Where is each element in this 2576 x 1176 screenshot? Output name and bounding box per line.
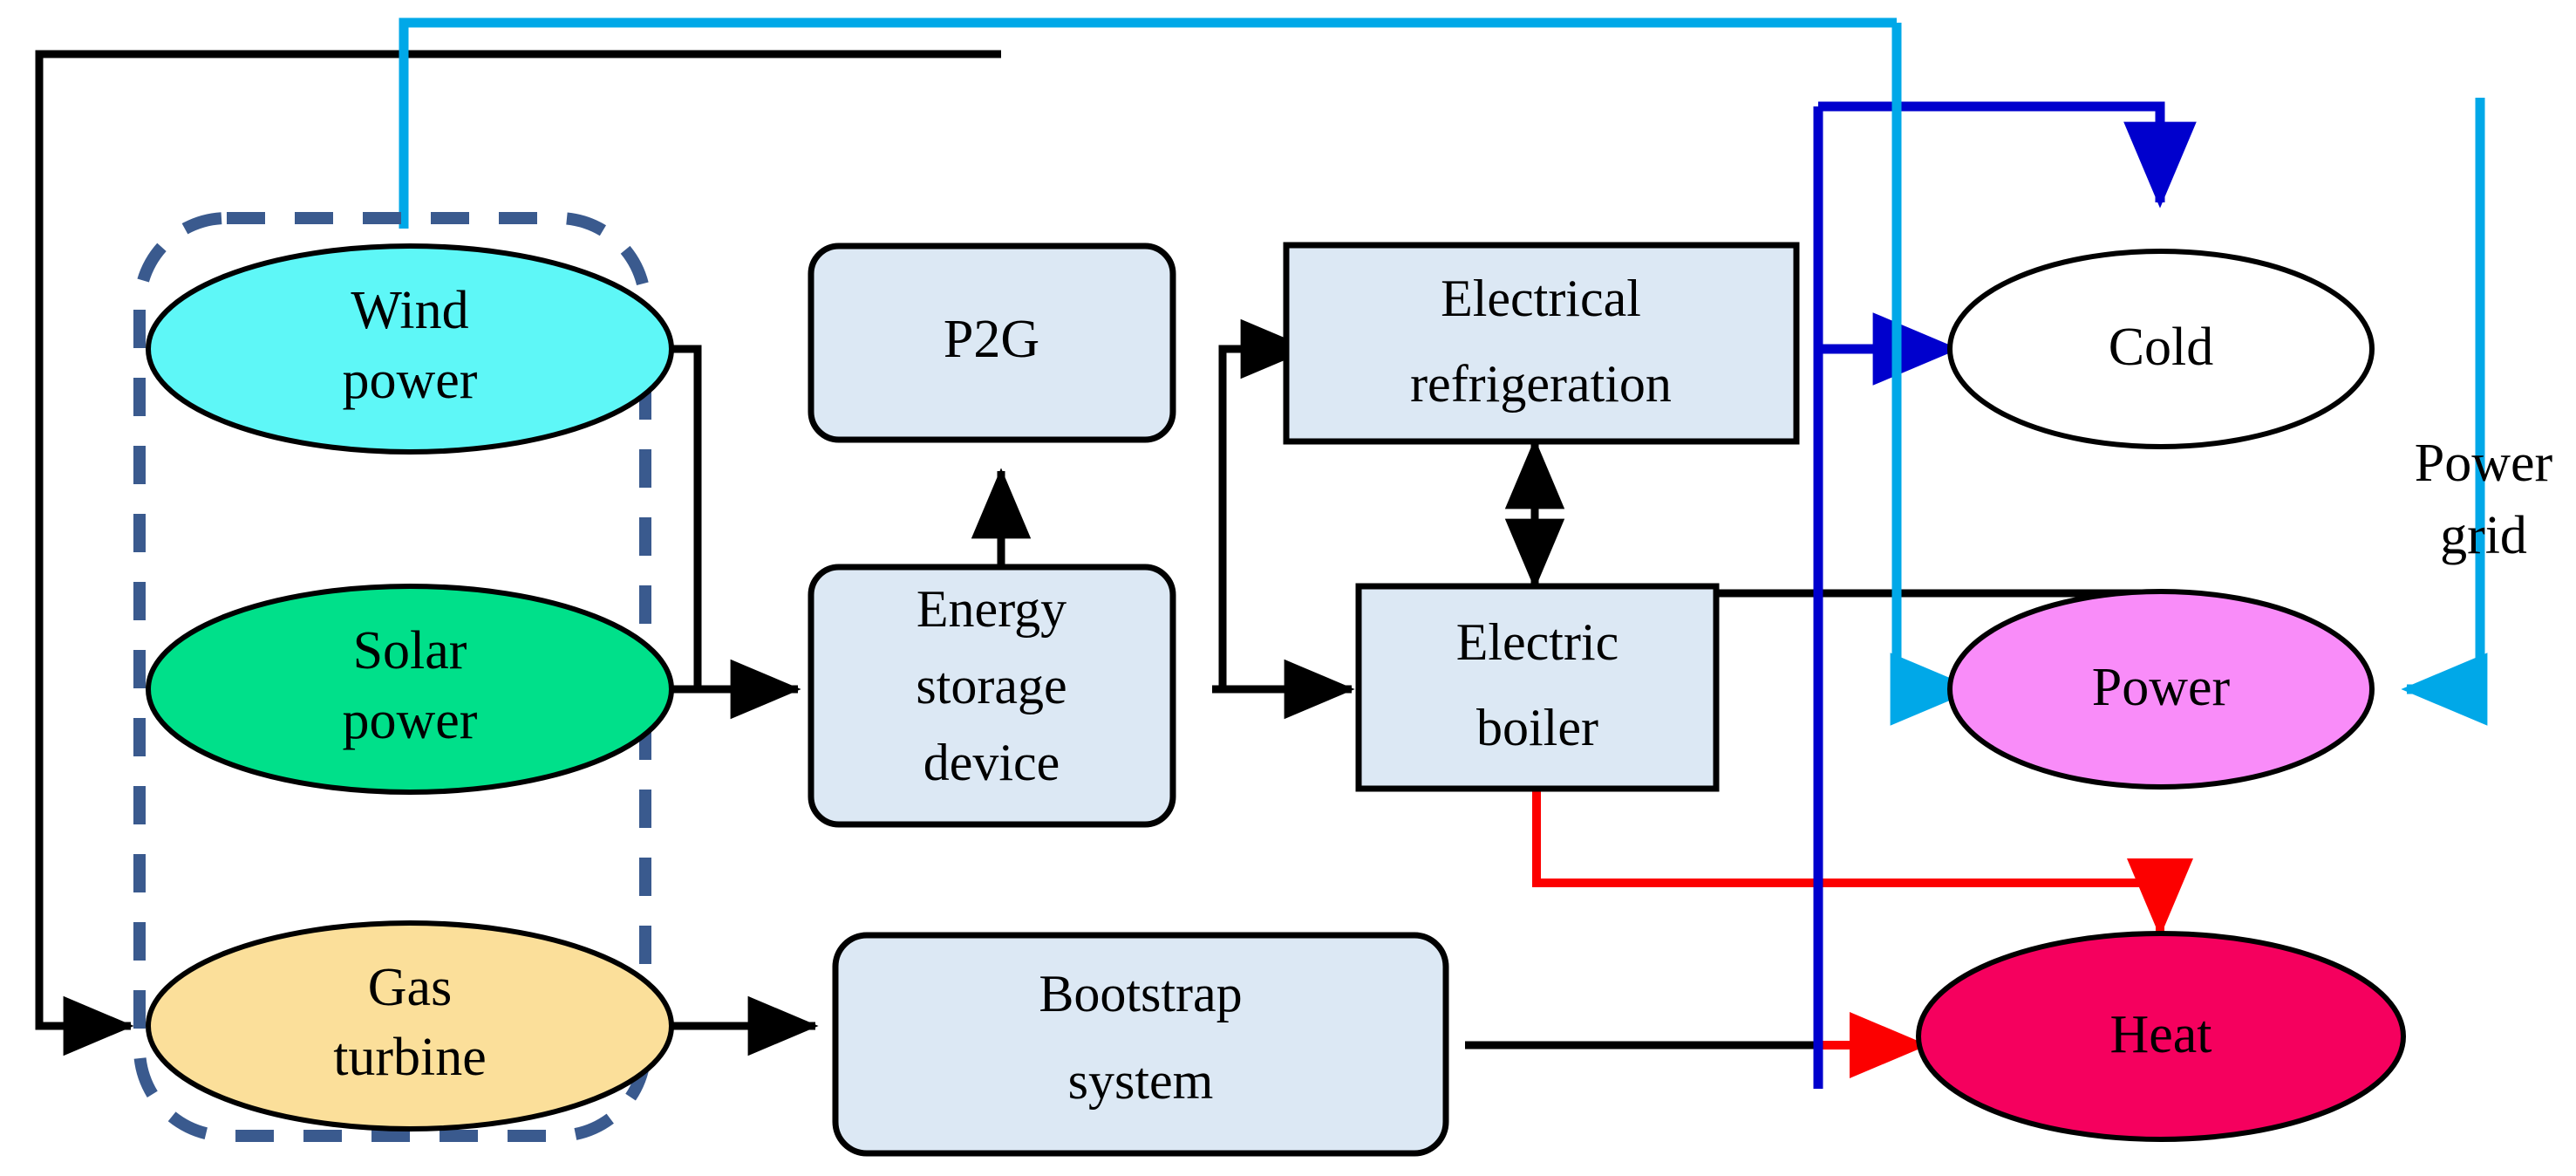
- gas-turbine-ellipse: [146, 920, 674, 1132]
- node-electric-boiler[interactable]: Electric boiler: [1355, 583, 1720, 792]
- energy-storage-label-line1: Energy: [917, 580, 1067, 638]
- energy-system-diagram: Wind power Solar power Gas turbine P2G E…: [0, 0, 2576, 1176]
- node-gas-turbine[interactable]: Gas turbine: [146, 920, 674, 1132]
- node-energy-storage-device[interactable]: Energy storage device: [808, 564, 1176, 828]
- gas-turbine-label-line2: turbine: [333, 1028, 487, 1087]
- power-label: Power: [2092, 658, 2231, 717]
- node-bootstrap-system[interactable]: Bootstrap system: [832, 932, 1449, 1157]
- wind-power-ellipse: [146, 243, 674, 455]
- electric-boiler-label-line1: Electric: [1456, 613, 1619, 671]
- wind-power-label-line1: Wind: [351, 281, 468, 340]
- node-power[interactable]: Power: [1947, 589, 2375, 790]
- bootstrap-system-label-line2: system: [1068, 1052, 1214, 1110]
- power-grid-label-line1: Power: [2415, 434, 2553, 493]
- node-p2g[interactable]: P2G: [808, 243, 1176, 443]
- diagram-canvas: Wind power Solar power Gas turbine P2G E…: [0, 0, 2576, 1176]
- solar-power-ellipse: [146, 584, 674, 795]
- energy-storage-label-line3: device: [923, 734, 1060, 791]
- power-grid-label-line2: grid: [2440, 506, 2527, 565]
- electrical-refrigeration-label-line2: refrigeration: [1410, 355, 1672, 413]
- node-cold[interactable]: Cold: [1947, 249, 2375, 449]
- node-electrical-refrigeration[interactable]: Electrical refrigeration: [1283, 242, 1800, 445]
- wind-power-label-line2: power: [343, 351, 478, 410]
- electric-boiler-label-line2: boiler: [1476, 699, 1598, 756]
- energy-storage-label-line2: storage: [916, 657, 1067, 714]
- solar-power-label-line2: power: [343, 691, 478, 750]
- solar-power-label-line1: Solar: [353, 621, 467, 680]
- gas-turbine-label-line1: Gas: [368, 958, 452, 1017]
- bootstrap-system-label-line1: Bootstrap: [1039, 965, 1242, 1022]
- cold-label: Cold: [2109, 318, 2214, 377]
- p2g-label: P2G: [944, 310, 1039, 369]
- heat-label: Heat: [2109, 1005, 2211, 1064]
- electrical-refrigeration-label-line1: Electrical: [1441, 270, 1641, 327]
- node-heat[interactable]: Heat: [1916, 931, 2406, 1142]
- node-wind-power[interactable]: Wind power: [146, 243, 674, 455]
- node-solar-power[interactable]: Solar power: [146, 584, 674, 795]
